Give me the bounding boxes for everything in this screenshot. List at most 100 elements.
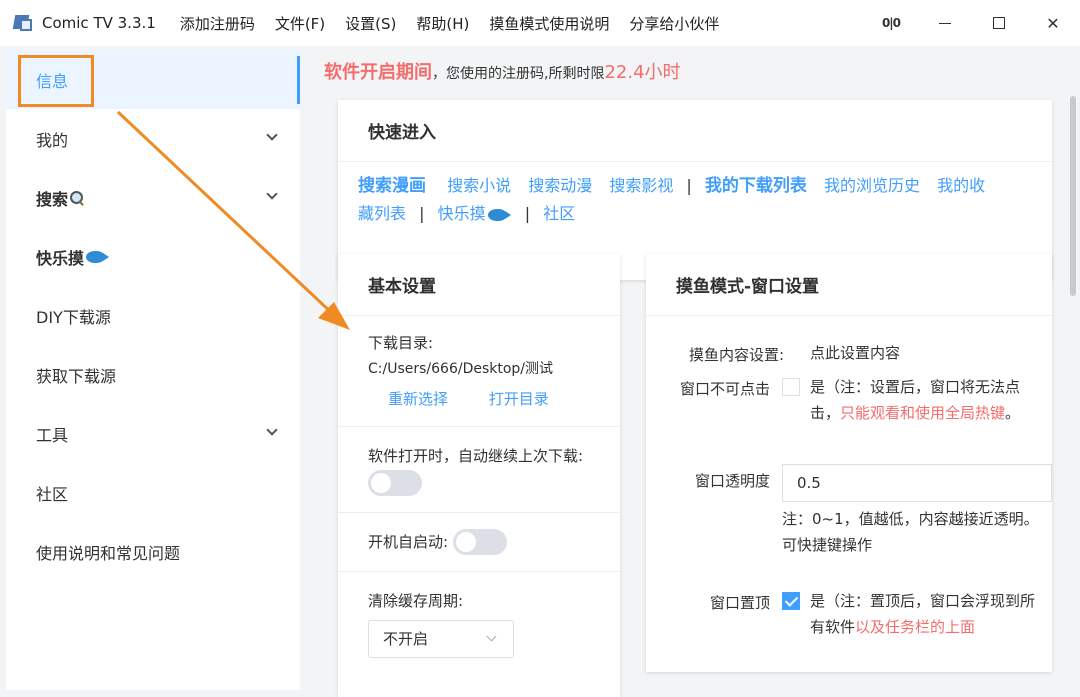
chevron-down-icon xyxy=(266,188,278,200)
unclickable-end: 。 xyxy=(1005,404,1021,422)
sidebar-item-label: 快乐摸 xyxy=(36,248,85,268)
unclickable-desc: 是（注：设置后，窗口将无法点击，只能观看和使用全局热键。 xyxy=(810,374,1042,426)
sidebar-item-fishing[interactable]: 快乐摸 xyxy=(6,227,300,286)
link-favorites[interactable]: 我的收 xyxy=(937,176,985,195)
menu-share[interactable]: 分享给小伙伴 xyxy=(629,13,719,34)
download-dir-label: 下载目录: xyxy=(368,334,434,352)
link-favorites-cont[interactable]: 藏列表 xyxy=(358,204,406,223)
opacity-input[interactable]: 0.5 xyxy=(782,464,1052,502)
opacity-label: 窗口透明度 xyxy=(694,472,770,490)
sidebar: 信息 我的 搜索 快乐摸 DIY下载源 获取下载源 工具 社区 使用说明和常见问… xyxy=(6,50,300,690)
window-controls: 0|0 ✕ xyxy=(864,0,1080,46)
pin-icon[interactable]: 0|0 xyxy=(864,0,918,46)
link-search-anime[interactable]: 搜索动漫 xyxy=(528,176,592,195)
opacity-value: 0.5 xyxy=(797,474,821,492)
notice-remaining-time: 22.4小时 xyxy=(604,62,681,83)
annotation-highlight-box xyxy=(18,55,94,107)
title-bar: Comic TV 3.3.1 添加注册码 文件(F) 设置(S) 帮助(H) 摸… xyxy=(0,0,1080,46)
fish-icon xyxy=(487,208,511,221)
download-dir-value: C:/Users/666/Desktop/测试 xyxy=(368,361,554,377)
cache-period-value: 不开启 xyxy=(383,630,429,648)
sidebar-item-search[interactable]: 搜索 xyxy=(6,168,300,227)
quick-entry-title: 快速进入 xyxy=(338,100,1052,162)
sidebar-item-label: 使用说明和常见问题 xyxy=(36,543,181,563)
maximize-button[interactable] xyxy=(972,0,1026,46)
minimize-icon xyxy=(939,22,951,24)
quick-entry-card: 快速进入 搜索漫画 搜索小说 搜索动漫 搜索影视 | 我的下载列表 我的浏览历史… xyxy=(338,100,1052,280)
opacity-note: 注：0~1，值越低，内容越接近透明。可快捷键操作 xyxy=(782,510,1039,554)
reselect-dir-link[interactable]: 重新选择 xyxy=(388,390,448,408)
ontop-checkbox[interactable] xyxy=(782,592,800,610)
autostart-toggle[interactable] xyxy=(452,529,507,555)
separator: | xyxy=(419,204,425,223)
menu-file[interactable]: 文件(F) xyxy=(275,13,325,34)
link-download-list[interactable]: 我的下载列表 xyxy=(705,176,807,196)
autostart-label: 开机自启动: xyxy=(368,532,449,551)
basic-settings-card: 基本设置 下载目录: C:/Users/666/Desktop/测试 重新选择 … xyxy=(338,254,620,697)
sidebar-item-diy-source[interactable]: DIY下载源 xyxy=(6,286,300,345)
cache-period-select[interactable]: 不开启 xyxy=(368,620,514,658)
window-settings-title: 摸鱼模式-窗口设置 xyxy=(646,254,1052,316)
content-settings-link[interactable]: 点此设置内容 xyxy=(810,340,900,366)
quick-entry-row: 搜索漫画 搜索小说 搜索动漫 搜索影视 | 我的下载列表 我的浏览历史 我的收 xyxy=(358,172,1052,200)
scrollbar[interactable] xyxy=(1070,96,1076,296)
sidebar-item-community[interactable]: 社区 xyxy=(6,463,300,522)
separator: | xyxy=(524,204,531,223)
notice-text: ，您使用的注册码,所剩时限 xyxy=(432,66,605,82)
notice-title: 软件开启期间 xyxy=(324,62,432,83)
quick-entry-row: 藏列表 | 快乐摸 | 社区 xyxy=(358,200,1052,228)
link-search-movies[interactable]: 搜索影视 xyxy=(609,176,673,195)
sidebar-item-label: DIY下载源 xyxy=(36,307,111,327)
menu-help[interactable]: 帮助(H) xyxy=(416,13,469,34)
magnifier-icon xyxy=(70,190,84,205)
ontop-desc: 是（注：置顶后，窗口会浮现到所有软件以及任务栏的上面 xyxy=(810,588,1042,640)
download-dir-actions: 重新选择 打开目录 xyxy=(368,386,590,412)
minimize-button[interactable] xyxy=(918,0,972,46)
unclickable-red-text: 只能观看和使用全局热键 xyxy=(840,404,1006,422)
menu-fishing-guide[interactable]: 摸鱼模式使用说明 xyxy=(489,13,609,34)
sidebar-item-faq[interactable]: 使用说明和常见问题 xyxy=(6,522,300,581)
open-dir-link[interactable]: 打开目录 xyxy=(489,390,549,408)
fish-icon xyxy=(86,250,110,263)
sidebar-item-get-source[interactable]: 获取下载源 xyxy=(6,345,300,404)
sidebar-item-label: 获取下载源 xyxy=(36,366,117,386)
app-title: Comic TV 3.3.1 xyxy=(42,14,156,32)
sidebar-item-label: 我的 xyxy=(36,130,69,150)
sidebar-item-mine[interactable]: 我的 xyxy=(6,109,300,168)
link-community[interactable]: 社区 xyxy=(543,204,575,223)
basic-settings-title: 基本设置 xyxy=(338,254,620,316)
autostart-section: 开机自启动: xyxy=(338,513,620,572)
sidebar-item-label: 社区 xyxy=(36,484,69,504)
cache-section: 清除缓存周期: 不开启 xyxy=(338,572,620,674)
ontop-red-text: 以及任务栏的上面 xyxy=(855,618,976,636)
auto-continue-section: 软件打开时，自动继续上次下载: xyxy=(338,427,620,513)
menu-settings[interactable]: 设置(S) xyxy=(345,13,396,34)
sidebar-item-label: 搜索 xyxy=(36,189,69,209)
link-search-novels[interactable]: 搜索小说 xyxy=(447,176,511,195)
close-button[interactable]: ✕ xyxy=(1026,0,1080,46)
unclickable-label: 窗口不可点击 xyxy=(679,380,770,398)
chevron-down-icon xyxy=(486,631,497,642)
link-browse-history[interactable]: 我的浏览历史 xyxy=(824,176,920,195)
sidebar-item-tools[interactable]: 工具 xyxy=(6,404,300,463)
unclickable-checkbox[interactable] xyxy=(782,378,800,396)
cache-period-label: 清除缓存周期: xyxy=(368,592,464,610)
menu-add-code[interactable]: 添加注册码 xyxy=(180,13,255,34)
chevron-down-icon xyxy=(266,129,278,141)
download-dir-section: 下载目录: C:/Users/666/Desktop/测试 重新选择 打开目录 xyxy=(338,316,620,427)
license-notice: 软件开启期间，您使用的注册码,所剩时限22.4小时 xyxy=(324,58,681,84)
separator: | xyxy=(686,176,692,195)
app-logo-icon xyxy=(12,13,34,33)
chevron-down-icon xyxy=(266,424,278,436)
link-search-comics[interactable]: 搜索漫画 xyxy=(358,176,426,196)
ontop-label: 窗口置顶 xyxy=(709,594,770,612)
content-settings-label: 摸鱼内容设置: xyxy=(688,346,784,364)
quick-entry-links: 搜索漫画 搜索小说 搜索动漫 搜索影视 | 我的下载列表 我的浏览历史 我的收 … xyxy=(338,162,1052,228)
menu-bar: 添加注册码 文件(F) 设置(S) 帮助(H) 摸鱼模式使用说明 分享给小伙伴 xyxy=(180,13,740,34)
maximize-icon xyxy=(993,17,1005,29)
auto-continue-toggle[interactable] xyxy=(368,469,422,496)
auto-continue-label: 软件打开时，自动继续上次下载: xyxy=(368,447,584,465)
main-content: 软件开启期间，您使用的注册码,所剩时限22.4小时 快速进入 搜索漫画 搜索小说… xyxy=(300,46,1080,697)
window-settings-card: 摸鱼模式-窗口设置 摸鱼内容设置: 点此设置内容 窗口不可点击 是（注：设置后，… xyxy=(646,254,1052,672)
link-fishing[interactable]: 快乐摸 xyxy=(438,204,486,223)
